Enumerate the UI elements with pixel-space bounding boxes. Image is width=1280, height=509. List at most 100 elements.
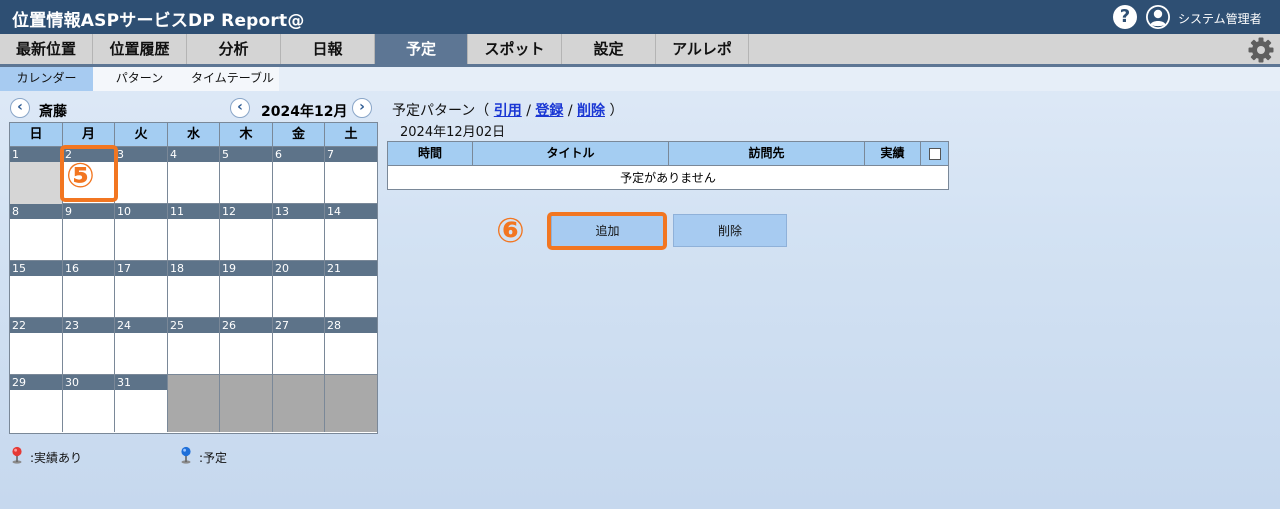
calendar-day[interactable]: 6: [273, 147, 325, 204]
day-number: 27: [273, 318, 324, 333]
calendar-day[interactable]: 11: [168, 204, 220, 261]
subtab-pattern[interactable]: パターン: [93, 67, 186, 91]
pin-red-icon: [12, 446, 22, 464]
pattern-register-link[interactable]: 登録: [535, 103, 563, 119]
calendar-day-empty: [220, 375, 273, 432]
day-number: 19: [220, 261, 272, 276]
step-6-marker: ⑥: [496, 211, 525, 251]
day-number: 26: [220, 318, 272, 333]
app-title: 位置情報ASPサービスDP Report@: [12, 11, 305, 31]
legend-planned-label: :予定: [199, 451, 228, 465]
col-destination: 訪問先: [669, 142, 865, 166]
day-number: 20: [273, 261, 324, 276]
pattern-delete-link[interactable]: 削除: [577, 103, 605, 119]
calendar-day-empty: [325, 375, 377, 432]
calendar-day[interactable]: 19: [220, 261, 273, 318]
calendar-day[interactable]: 5: [220, 147, 273, 204]
calendar-day[interactable]: 24: [115, 318, 168, 375]
col-actual: 実績: [865, 142, 921, 166]
day-number: 11: [168, 204, 219, 219]
nav-spot[interactable]: スポット: [468, 34, 562, 65]
calendar-day[interactable]: 23: [63, 318, 115, 375]
calendar-day[interactable]: 13: [273, 204, 325, 261]
prev-user-icon[interactable]: ‹: [10, 98, 30, 118]
col-time: 時間: [388, 142, 473, 166]
calendar-day[interactable]: 31: [115, 375, 168, 432]
calendar-day[interactable]: 26: [220, 318, 273, 375]
calendar-day[interactable]: 8: [10, 204, 63, 261]
calendar-day[interactable]: 10: [115, 204, 168, 261]
weekday-sat: 土: [325, 123, 377, 147]
calendar-day[interactable]: 9: [63, 204, 115, 261]
day-number: 9: [63, 204, 114, 219]
day-number: 29: [10, 375, 62, 390]
empty-message: 予定がありません: [620, 171, 716, 185]
nav-analysis[interactable]: 分析: [187, 34, 281, 65]
nav-schedule[interactable]: 予定: [375, 34, 468, 65]
calendar-day[interactable]: 15: [10, 261, 63, 318]
nav-alrepo[interactable]: アルレポ: [656, 34, 749, 65]
step-5-marker: ⑤: [66, 156, 95, 196]
subtab-calendar[interactable]: カレンダー: [0, 67, 93, 91]
day-number: 7: [325, 147, 377, 162]
day-number: 10: [115, 204, 167, 219]
nav-position-history[interactable]: 位置履歴: [93, 34, 187, 65]
calendar-day[interactable]: 20: [273, 261, 325, 318]
calendar-day[interactable]: 1: [10, 147, 63, 204]
calendar-day[interactable]: 7: [325, 147, 377, 204]
main-nav: 最新位置 位置履歴 分析 日報 予定 スポット 設定 アルレポ: [0, 34, 1280, 65]
separator: /: [526, 103, 531, 119]
day-number: 8: [10, 204, 62, 219]
calendar-day[interactable]: 25: [168, 318, 220, 375]
schedule-pattern-header: 予定パターン（ 引用 / 登録 / 削除 ）: [392, 100, 623, 120]
user-icon[interactable]: [1145, 4, 1171, 30]
calendar-day[interactable]: 4: [168, 147, 220, 204]
weekday-sun: 日: [10, 123, 63, 147]
day-number: 18: [168, 261, 219, 276]
col-title: タイトル: [473, 142, 669, 166]
calendar-day[interactable]: 30: [63, 375, 115, 432]
pattern-quote-link[interactable]: 引用: [494, 103, 522, 119]
weekday-header: 日 月 火 水 木 金 土: [10, 123, 377, 147]
day-number: 12: [220, 204, 272, 219]
calendar-day[interactable]: 12: [220, 204, 273, 261]
nav-latest-position[interactable]: 最新位置: [0, 34, 93, 65]
calendar-day[interactable]: 22: [10, 318, 63, 375]
pattern-label: 予定パターン（: [392, 103, 490, 119]
calendar-week: 22 23 24 25 26 27 28: [10, 318, 377, 375]
calendar-day[interactable]: 3: [115, 147, 168, 204]
day-number: 28: [325, 318, 377, 333]
calendar-day[interactable]: 27: [273, 318, 325, 375]
select-all-checkbox[interactable]: [929, 148, 941, 160]
nav-settings[interactable]: 設定: [562, 34, 656, 65]
col-select-all: [921, 142, 948, 166]
subtab-timetable[interactable]: タイムテーブル: [186, 67, 279, 91]
day-number: 30: [63, 375, 114, 390]
help-icon[interactable]: ?: [1113, 5, 1137, 29]
nav-daily-report[interactable]: 日報: [281, 34, 375, 65]
next-month-icon[interactable]: ›: [352, 98, 372, 118]
gear-icon[interactable]: [1247, 36, 1275, 64]
day-number: 13: [273, 204, 324, 219]
calendar-month: 2024年12月: [261, 104, 348, 120]
delete-button[interactable]: 削除: [673, 214, 787, 247]
day-number: 31: [115, 375, 167, 390]
calendar-day[interactable]: 16: [63, 261, 115, 318]
day-number: 15: [10, 261, 62, 276]
calendar-day[interactable]: 28: [325, 318, 377, 375]
sub-nav: カレンダー パターン タイムテーブル: [0, 67, 1280, 91]
calendar-day[interactable]: 21: [325, 261, 377, 318]
weekday-fri: 金: [273, 123, 325, 147]
day-number: 21: [325, 261, 377, 276]
prev-month-icon[interactable]: ‹: [230, 98, 250, 118]
calendar-day[interactable]: 18: [168, 261, 220, 318]
weekday-thu: 木: [220, 123, 273, 147]
step-6-highlight: [547, 212, 667, 250]
user-name[interactable]: システム管理者: [1178, 10, 1262, 27]
weekday-wed: 水: [168, 123, 220, 147]
day-number: 24: [115, 318, 167, 333]
calendar-day[interactable]: 17: [115, 261, 168, 318]
app-header: 位置情報ASPサービスDP Report@ ? システム管理者: [0, 0, 1280, 34]
calendar-day[interactable]: 14: [325, 204, 377, 261]
calendar-day[interactable]: 29: [10, 375, 63, 432]
